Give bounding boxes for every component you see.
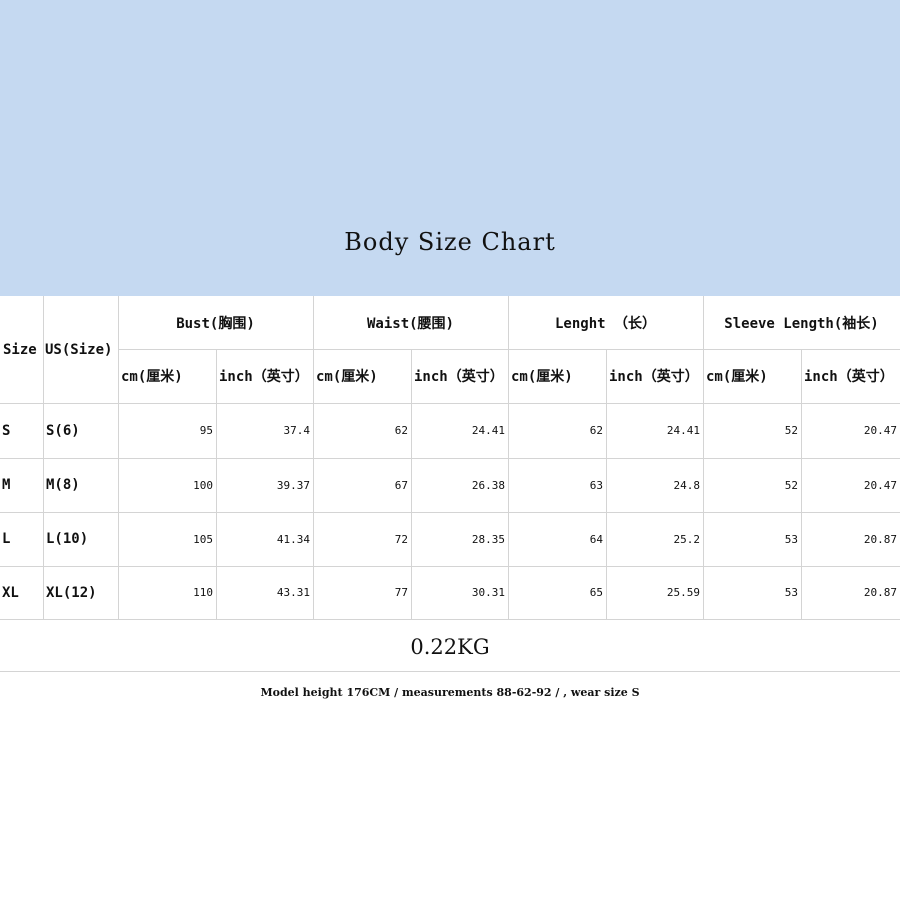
size-cell: M [2, 477, 11, 493]
grid-line [0, 619, 900, 620]
group-header: Bust(胸围) [176, 315, 255, 332]
us-size-header: US(Size) [45, 341, 113, 358]
measurement-cell: 20.47 [863, 478, 897, 492]
unit-header: inch（英寸） [804, 369, 894, 385]
unit-header: inch（英寸） [414, 369, 504, 385]
measurement-cell: 25.59 [666, 586, 700, 599]
measurement-cell: 53 [784, 586, 798, 599]
us-size-cell: L(10) [46, 531, 89, 547]
size-cell: XL [2, 584, 19, 601]
measurement-cell: 63 [589, 478, 603, 492]
us-size-cell: M(8) [46, 477, 80, 493]
measurement-cell: 24.8 [673, 478, 701, 492]
model-note: Model height 176CM / measurements 88-62-… [260, 686, 640, 699]
size-cell: S [2, 422, 11, 439]
measurement-cell: 64 [589, 532, 603, 546]
measurement-cell: 41.34 [276, 532, 310, 546]
grid-line [801, 349, 802, 619]
measurement-cell: 20.87 [863, 532, 897, 546]
unit-header: inch（英寸） [609, 369, 699, 385]
unit-header: inch（英寸） [219, 369, 309, 385]
size-table: Size US(Size) Bust(胸围) cm(厘米) inch（英寸） Waist(… [0, 296, 900, 672]
measurement-cell: 39.37 [276, 478, 310, 492]
measurement-cell: 20.87 [863, 586, 897, 599]
group-header: Waist(腰围) [366, 315, 454, 332]
measurement-cell: 28.35 [471, 532, 505, 546]
unit-header: cm(厘米) [316, 369, 378, 385]
measurement-cell: 77 [394, 586, 408, 599]
size-cell: L [2, 531, 11, 547]
us-size-cell: S(6) [46, 422, 80, 439]
grid-line [0, 671, 900, 672]
weight-label: 0.22KG [410, 635, 490, 659]
group-header: Lenght （长） [554, 315, 656, 332]
measurement-cell: 53 [784, 532, 798, 546]
grid-line [43, 296, 44, 619]
grid-line [0, 512, 900, 513]
measurement-cell: 37.4 [283, 424, 311, 437]
grid-line [118, 349, 900, 350]
measurement-cell: 105 [193, 532, 213, 546]
measurement-cell: 72 [394, 532, 408, 546]
grid-line [508, 296, 509, 619]
measurement-cell: 24.41 [666, 424, 700, 437]
measurement-cell: 26.38 [471, 478, 505, 492]
grid-line [411, 349, 412, 619]
measurement-cell: 110 [193, 586, 213, 599]
measurement-cell: 67 [394, 478, 408, 492]
measurement-cell: 25.2 [673, 532, 701, 546]
grid-line [0, 566, 900, 567]
measurement-cell: 24.41 [471, 424, 505, 437]
measurement-cell: 20.47 [863, 424, 897, 437]
us-size-cell: XL(12) [46, 584, 97, 601]
measurement-cell: 95 [199, 424, 213, 437]
measurement-cell: 62 [589, 424, 603, 437]
grid-line [606, 349, 607, 619]
grid-line [0, 458, 900, 459]
unit-header: cm(厘米) [706, 369, 768, 385]
grid-line [313, 296, 314, 619]
unit-header: cm(厘米) [121, 369, 183, 385]
measurement-cell: 52 [784, 424, 798, 437]
measurement-cell: 62 [394, 424, 408, 437]
measurement-cell: 65 [589, 586, 603, 599]
measurement-cell: 52 [784, 478, 798, 492]
group-header: Sleeve Length(袖长) [724, 315, 879, 332]
measurement-cell: 100 [193, 478, 213, 492]
grid-line [703, 296, 704, 619]
measurement-cell: 43.31 [276, 586, 310, 599]
unit-header: cm(厘米) [511, 369, 573, 385]
page-title: Body Size Chart [344, 228, 556, 256]
size-header: Size [3, 341, 37, 358]
grid-line [216, 349, 217, 619]
measurement-cell: 30.31 [471, 586, 505, 599]
grid-line [118, 296, 119, 619]
grid-line [0, 403, 900, 404]
